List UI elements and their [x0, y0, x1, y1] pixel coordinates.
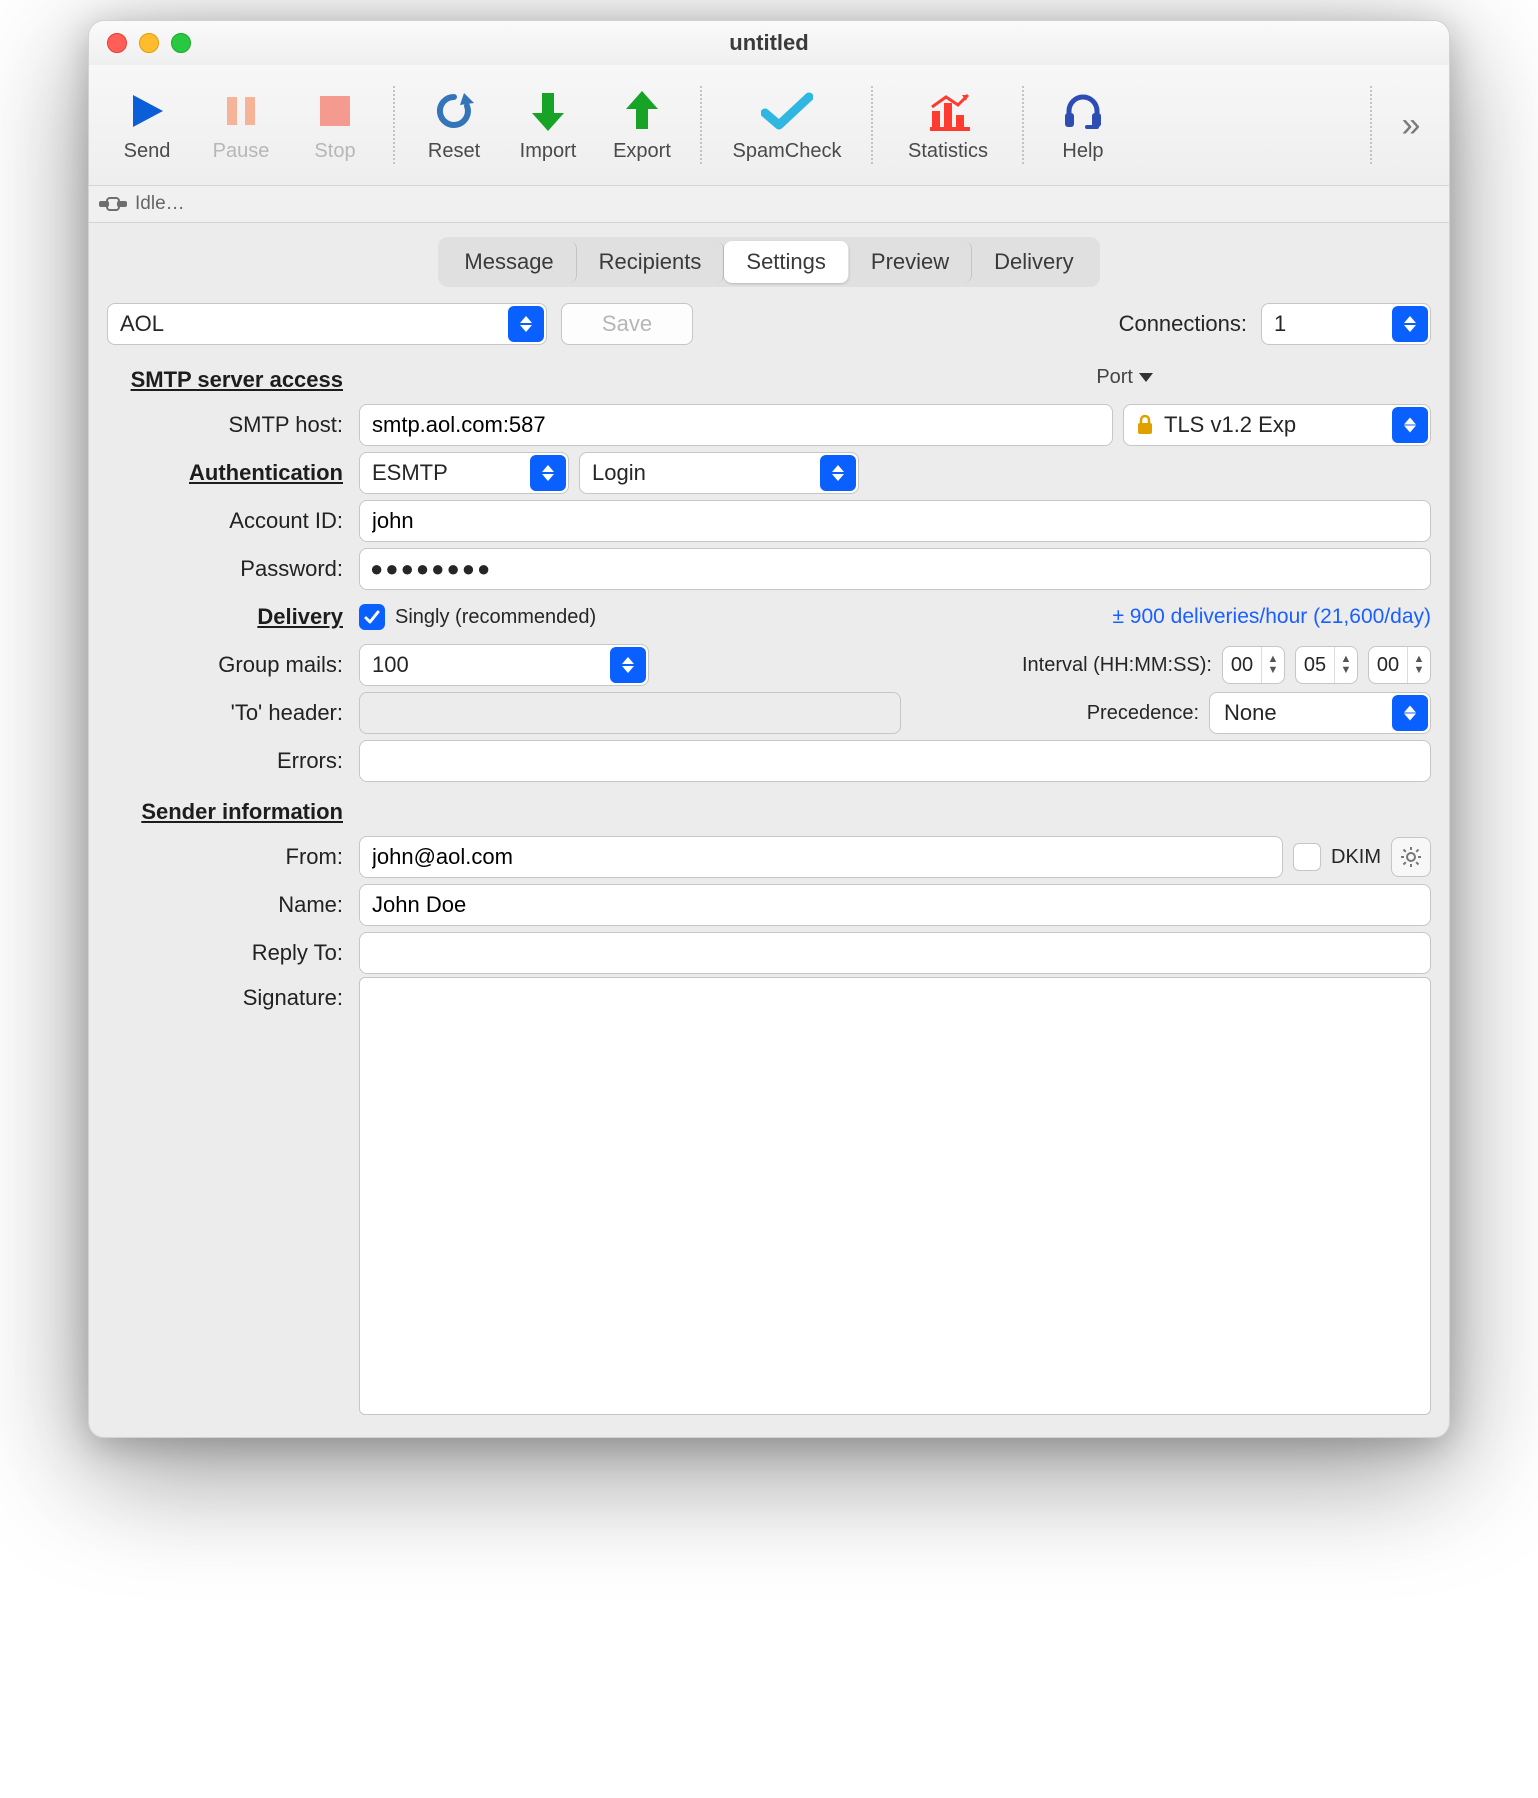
precedence-select[interactable]: None: [1209, 692, 1431, 734]
pause-button: Pause: [197, 75, 285, 175]
chevron-updown-icon: [530, 455, 566, 491]
preset-select[interactable]: AOL: [107, 303, 547, 345]
tab-message[interactable]: Message: [442, 241, 576, 283]
toolbar: Send Pause Stop Reset: [89, 65, 1449, 186]
auth-method-select[interactable]: Login: [579, 452, 859, 494]
arrow-up-icon: [624, 88, 660, 134]
check-icon: [761, 88, 813, 134]
gear-icon: [1400, 846, 1422, 868]
tab-delivery[interactable]: Delivery: [972, 241, 1095, 283]
arrow-down-icon: [530, 88, 566, 134]
refresh-icon: [434, 88, 474, 134]
section-smtp: SMTP server access: [107, 367, 349, 393]
spamcheck-button[interactable]: SpamCheck: [717, 75, 857, 175]
from-input[interactable]: [359, 836, 1283, 878]
errors-label: Errors:: [107, 748, 349, 774]
chevron-updown-icon: [1392, 695, 1428, 731]
settings-form: AOL Save Connections: 1 SMTP server acce…: [89, 297, 1449, 1437]
interval-hh-stepper[interactable]: 00 ▲▼: [1222, 646, 1285, 684]
smtp-host-label: SMTP host:: [107, 412, 349, 438]
to-header-label: 'To' header:: [107, 700, 349, 726]
tls-select[interactable]: TLS v1.2 Exp: [1123, 404, 1431, 446]
export-button[interactable]: Export: [598, 75, 686, 175]
chevron-updown-icon: [508, 306, 544, 342]
account-id-label: Account ID:: [107, 508, 349, 534]
statistics-button[interactable]: Statistics: [888, 75, 1008, 175]
group-mails-select[interactable]: 100: [359, 644, 649, 686]
to-header-input: [359, 692, 901, 734]
connections-select[interactable]: 1: [1261, 303, 1431, 345]
import-button[interactable]: Import: [504, 75, 592, 175]
account-id-input[interactable]: [359, 500, 1431, 542]
stop-button: Stop: [291, 75, 379, 175]
section-sender: Sender information: [107, 799, 349, 825]
tab-preview[interactable]: Preview: [849, 241, 972, 283]
status-bar: Idle…: [89, 186, 1449, 223]
lock-icon: [1134, 414, 1156, 436]
password-label: Password:: [107, 556, 349, 582]
connection-icon: [99, 195, 127, 213]
chevron-updown-icon: [820, 455, 856, 491]
main-tabs: Message Recipients Settings Preview Deli…: [89, 223, 1449, 297]
singly-label: Singly (recommended): [395, 606, 596, 629]
signature-label: Signature:: [107, 977, 349, 1011]
pause-icon: [223, 88, 259, 134]
reply-to-input[interactable]: [359, 932, 1431, 974]
group-mails-label: Group mails:: [107, 652, 349, 678]
chevron-updown-icon: [1392, 306, 1428, 342]
tab-settings[interactable]: Settings: [724, 241, 849, 283]
from-label: From:: [107, 844, 349, 870]
interval-mm-stepper[interactable]: 05 ▲▼: [1295, 646, 1358, 684]
dkim-label: DKIM: [1331, 846, 1381, 869]
signature-textarea[interactable]: [359, 977, 1431, 1415]
interval-label: Interval (HH:MM:SS):: [1022, 654, 1212, 677]
chevron-updown-icon: [610, 647, 646, 683]
toolbar-overflow-button[interactable]: »: [1387, 101, 1435, 149]
dkim-checkbox[interactable]: [1293, 843, 1321, 871]
smtp-host-input[interactable]: [359, 404, 1113, 446]
name-label: Name:: [107, 892, 349, 918]
stepper-arrows-icon: ▲▼: [1334, 647, 1357, 683]
port-header[interactable]: Port: [1096, 366, 1153, 389]
password-input[interactable]: ●●●●●●●●: [359, 548, 1431, 590]
connections-label: Connections:: [1119, 311, 1247, 337]
help-button[interactable]: Help: [1039, 75, 1127, 175]
dkim-settings-button[interactable]: [1391, 837, 1431, 877]
section-auth: Authentication: [107, 460, 349, 486]
save-button[interactable]: Save: [561, 303, 693, 345]
reply-to-label: Reply To:: [107, 940, 349, 966]
reset-button[interactable]: Reset: [410, 75, 498, 175]
delivery-rate: ± 900 deliveries/hour (21,600/day): [1112, 605, 1431, 629]
headset-icon: [1061, 88, 1105, 134]
caret-down-icon: [1139, 373, 1153, 382]
singly-checkbox[interactable]: [359, 604, 385, 630]
name-input[interactable]: [359, 884, 1431, 926]
chevron-updown-icon: [1392, 407, 1428, 443]
preset-value: AOL: [120, 311, 164, 337]
app-window: untitled Send Pause Stop: [88, 20, 1450, 1438]
auth-mode-select[interactable]: ESMTP: [359, 452, 569, 494]
errors-input[interactable]: [359, 740, 1431, 782]
stepper-arrows-icon: ▲▼: [1407, 647, 1430, 683]
play-icon: [127, 88, 167, 134]
precedence-label: Precedence:: [1087, 702, 1199, 725]
titlebar: untitled: [89, 21, 1449, 65]
tab-recipients[interactable]: Recipients: [577, 241, 725, 283]
chart-icon: [926, 88, 970, 134]
window-title: untitled: [89, 30, 1449, 56]
stepper-arrows-icon: ▲▼: [1261, 647, 1284, 683]
interval-ss-stepper[interactable]: 00 ▲▼: [1368, 646, 1431, 684]
section-delivery: Delivery: [107, 604, 349, 630]
stop-icon: [318, 88, 352, 134]
send-button[interactable]: Send: [103, 75, 191, 175]
status-text: Idle…: [135, 193, 185, 215]
